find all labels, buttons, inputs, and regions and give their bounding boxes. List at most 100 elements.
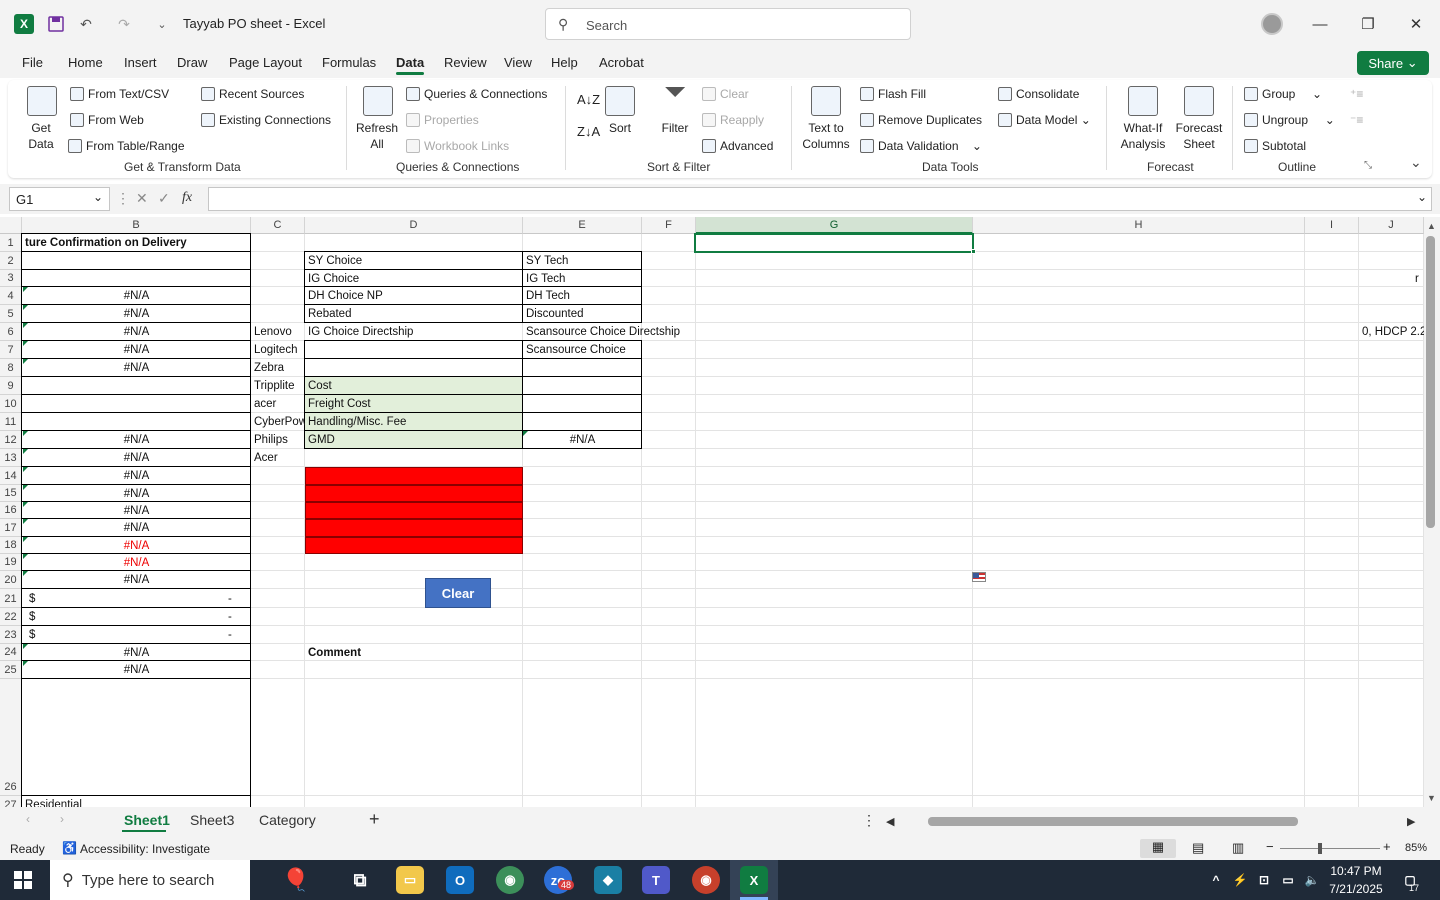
remove-duplicates-button[interactable]: Remove Duplicates xyxy=(860,113,982,127)
tab-insert[interactable]: Insert xyxy=(124,55,157,70)
previous-sheet-icon[interactable]: ‹ xyxy=(26,812,30,826)
tab-page-layout[interactable]: Page Layout xyxy=(229,55,302,70)
cell-b16[interactable]: #N/A xyxy=(22,502,251,519)
tab-review[interactable]: Review xyxy=(444,55,487,70)
sort-descending-icon[interactable]: Z↓A xyxy=(577,124,600,139)
column-header-d[interactable]: D xyxy=(305,217,523,234)
cell-b6[interactable]: #N/A xyxy=(22,323,251,341)
ungroup-button[interactable]: Ungroup ⌄ xyxy=(1244,113,1335,127)
search-highlight-icon[interactable]: 🎈 xyxy=(262,866,330,894)
page-break-preview-icon[interactable]: ▥ xyxy=(1232,840,1244,856)
text-to-columns-button[interactable]: Text to Columns xyxy=(798,120,854,152)
cell-j3[interactable]: r xyxy=(1412,270,1424,287)
cell-c11[interactable]: CyberPow xyxy=(251,413,305,431)
account-avatar[interactable] xyxy=(1261,13,1283,35)
properties-button[interactable]: Properties xyxy=(406,113,479,127)
cell-b23-currency[interactable]: $ xyxy=(26,626,46,644)
save-icon[interactable] xyxy=(46,14,66,34)
clear-filter-button[interactable]: Clear xyxy=(702,87,749,101)
column-header-i[interactable]: I xyxy=(1305,217,1359,234)
cell-b4[interactable]: #N/A xyxy=(22,287,251,305)
cell-e5[interactable]: Discounted xyxy=(523,305,642,323)
expand-formula-bar-icon[interactable]: ⌄ xyxy=(1417,190,1427,204)
insert-function-icon[interactable]: fx xyxy=(182,190,192,206)
filter-button[interactable]: Filter xyxy=(655,120,695,136)
restore-icon[interactable]: ❐ xyxy=(1356,12,1380,36)
row-header-16[interactable]: 16 xyxy=(0,502,22,519)
outline-dialog-launcher-icon[interactable]: ⤡ xyxy=(1364,160,1372,171)
fill-handle[interactable] xyxy=(971,249,976,254)
normal-view-icon[interactable]: ▦ xyxy=(1140,839,1176,858)
excel-taskbar-icon[interactable]: X xyxy=(740,866,768,894)
row-header-4[interactable]: 4 xyxy=(0,287,22,305)
recent-sources-button[interactable]: Recent Sources xyxy=(201,87,304,101)
zoom-level[interactable]: 85% xyxy=(1405,842,1427,854)
cell-d3[interactable]: IG Choice xyxy=(305,270,523,287)
row-header-11[interactable]: 11 xyxy=(0,413,22,431)
row-header-18[interactable]: 18 xyxy=(0,537,22,554)
cell-b7[interactable]: #N/A xyxy=(22,341,251,359)
data-model-button[interactable]: Data Model ⌄ xyxy=(998,113,1091,127)
cell-b8[interactable]: #N/A xyxy=(22,359,251,377)
cell-b20[interactable]: #N/A xyxy=(22,571,251,589)
cell-d2[interactable]: SY Choice xyxy=(305,252,523,270)
advanced-button[interactable]: Advanced xyxy=(702,139,773,153)
row-header-7[interactable]: 7 xyxy=(0,341,22,359)
row-header-3[interactable]: 3 xyxy=(0,270,22,287)
column-header-h[interactable]: H xyxy=(973,217,1305,234)
zoom-out-button[interactable]: − xyxy=(1266,839,1274,854)
column-header-g[interactable]: G xyxy=(696,217,973,234)
column-header-c[interactable]: C xyxy=(251,217,305,234)
get-data-button[interactable]: Get Data xyxy=(16,120,66,152)
undo-icon[interactable]: ↶ xyxy=(76,14,96,34)
cell-d4[interactable]: DH Choice NP xyxy=(305,287,523,305)
row-header-5[interactable]: 5 xyxy=(0,305,22,323)
sort-ascending-icon[interactable]: A↓Z xyxy=(577,92,600,107)
queries-connections-button[interactable]: Queries & Connections xyxy=(406,87,547,101)
row-header-10[interactable]: 10 xyxy=(0,395,22,413)
taskbar-search-input[interactable]: ⚲ Type here to search xyxy=(50,860,250,900)
cell-c7[interactable]: Logitech xyxy=(251,341,305,359)
forecast-sheet-button[interactable]: Forecast Sheet xyxy=(1172,120,1226,152)
cancel-entry-icon[interactable]: ✕ xyxy=(136,190,148,207)
cell-b21-currency[interactable]: $ xyxy=(26,589,46,608)
existing-connections-button[interactable]: Existing Connections xyxy=(201,113,331,127)
cell-b15[interactable]: #N/A xyxy=(22,485,251,502)
chrome-profile-icon[interactable]: ◉ xyxy=(692,866,720,894)
cell-b24[interactable]: #N/A xyxy=(22,644,251,661)
from-text-csv-button[interactable]: From Text/CSV xyxy=(70,87,169,101)
cell-b14[interactable]: #N/A xyxy=(22,467,251,485)
scroll-down-icon[interactable]: ▼ xyxy=(1427,793,1436,803)
tab-home[interactable]: Home xyxy=(68,55,103,70)
cell-e2[interactable]: SY Tech xyxy=(523,252,642,270)
clear-button[interactable]: Clear xyxy=(425,578,491,608)
row-header-6[interactable]: 6 xyxy=(0,323,22,341)
worksheet-grid[interactable]: B C D E F G H I J 1 2 3 4 5 6 7 8 9 10 11 12 13 14 15 1… xyxy=(0,217,1424,807)
sort-button[interactable]: Sort xyxy=(600,120,640,136)
cell-b21-value[interactable]: - xyxy=(225,589,245,608)
task-view-icon[interactable]: ⧉ xyxy=(346,866,374,894)
tab-data[interactable]: Data xyxy=(396,55,424,70)
group-button[interactable]: Group ⌄ xyxy=(1244,87,1322,101)
sheet-tab-category[interactable]: Category xyxy=(259,812,316,828)
chrome-icon[interactable]: ◉ xyxy=(496,866,524,894)
teams-icon[interactable]: T xyxy=(642,866,670,894)
collapse-ribbon-icon[interactable]: ⌄ xyxy=(1410,154,1422,171)
app-icon[interactable]: ◆ xyxy=(594,866,622,894)
scroll-right-icon[interactable]: ▶ xyxy=(1407,815,1415,828)
share-button[interactable]: Share ⌄ xyxy=(1357,51,1429,75)
row-header-23[interactable]: 23 xyxy=(0,626,22,644)
cell-c10[interactable]: acer xyxy=(251,395,305,413)
row-header-22[interactable]: 22 xyxy=(0,608,22,626)
consolidate-button[interactable]: Consolidate xyxy=(998,87,1079,101)
row-header-17[interactable]: 17 xyxy=(0,519,22,537)
zoom-slider-thumb[interactable] xyxy=(1318,843,1322,854)
zoom-slider[interactable] xyxy=(1280,848,1380,849)
sheet-tab-sheet1[interactable]: Sheet1 xyxy=(124,812,170,828)
redo-icon[interactable]: ↷ xyxy=(114,14,134,34)
close-icon[interactable]: ✕ xyxy=(1404,12,1428,36)
cell-b27[interactable]: Residential xyxy=(22,796,251,807)
workbook-links-button[interactable]: Workbook Links xyxy=(406,139,509,153)
cell-c6[interactable]: Lenovo xyxy=(251,323,305,341)
scroll-up-icon[interactable]: ▲ xyxy=(1427,221,1436,231)
